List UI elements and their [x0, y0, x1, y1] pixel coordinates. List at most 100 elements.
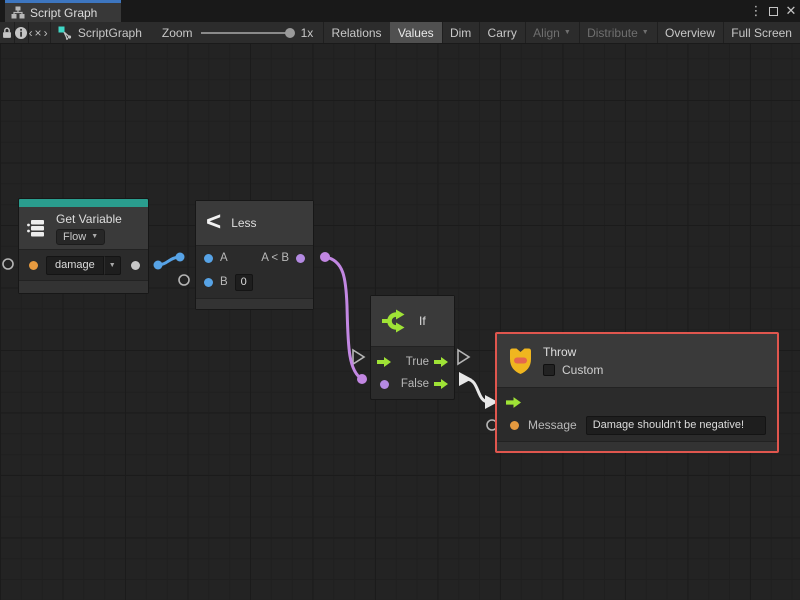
true-out-port[interactable] — [434, 357, 448, 367]
zoom-label: Zoom — [162, 26, 193, 40]
if-row-false: False — [371, 373, 454, 395]
false-label: False — [401, 378, 429, 390]
less-row-a: A A < B — [196, 246, 313, 270]
node-title: Throw — [543, 345, 603, 359]
node-title: If — [419, 314, 426, 328]
throw-body: Message Damage shouldn't be negative! — [497, 388, 777, 441]
node-title: Less — [231, 216, 256, 230]
node-padding — [371, 395, 454, 399]
variable-name-dropdown[interactable]: damage ▼ — [46, 256, 121, 275]
window-controls: ⋮ ✕ — [749, 0, 798, 22]
caret-down-icon: ▼ — [91, 233, 98, 240]
variable-accent-bar — [19, 199, 148, 207]
zoom-slider-handle[interactable] — [285, 28, 295, 38]
code-preview-button[interactable]: ‹×› — [29, 22, 50, 43]
true-label: True — [406, 356, 429, 368]
port-a-label: A — [220, 252, 228, 264]
variable-name-value: damage — [46, 256, 104, 275]
variable-scope-dropdown[interactable]: Flow ▼ — [56, 229, 105, 245]
throw-header[interactable]: Throw Custom — [497, 334, 777, 387]
overview-button[interactable]: Overview — [657, 22, 723, 43]
zoom-slider[interactable] — [201, 32, 293, 34]
node-footer — [497, 442, 777, 451]
throw-flow-row — [497, 394, 777, 410]
less-row-b: B 0 — [196, 270, 313, 294]
graph-toolbar: ‹×› ScriptGraph Zoom 1x Relations Values… — [0, 22, 800, 44]
align-dropdown[interactable]: Align ▼ — [525, 22, 579, 43]
branch-icon — [380, 307, 408, 335]
info-icon — [14, 26, 28, 40]
less-icon: < — [206, 208, 221, 234]
tab-script-graph[interactable]: Script Graph — [5, 0, 121, 22]
unconnected-flow-triangle[interactable] — [458, 350, 469, 364]
lock-icon — [0, 26, 14, 40]
custom-label: Custom — [562, 363, 603, 377]
caret-down-icon: ▼ — [642, 29, 649, 36]
port-a[interactable] — [204, 254, 213, 263]
node-get-variable[interactable]: Get Variable Flow ▼ damage ▼ — [18, 198, 149, 294]
flow-wire-triangle[interactable] — [459, 372, 472, 386]
dim-button[interactable]: Dim — [442, 22, 479, 43]
unconnected-port-ring[interactable] — [179, 275, 189, 285]
variable-icon — [25, 216, 49, 240]
throw-message-row: Message Damage shouldn't be negative! — [497, 414, 777, 436]
false-out-port[interactable] — [434, 379, 448, 389]
full-screen-button[interactable]: Full Screen — [723, 22, 800, 43]
port-b-label: B — [220, 276, 228, 288]
node-if[interactable]: If True False — [370, 295, 455, 400]
graph-name-label: ScriptGraph — [78, 26, 142, 40]
maximize-icon[interactable] — [769, 7, 778, 16]
script-graph-asset-icon — [58, 26, 72, 40]
value-output-port[interactable] — [131, 261, 140, 270]
node-footer — [19, 281, 148, 293]
menu-icon[interactable]: ⋮ — [749, 3, 763, 19]
distribute-label: Distribute — [587, 26, 638, 40]
if-row-true: True — [371, 351, 454, 373]
lock-button[interactable] — [0, 22, 14, 43]
result-port[interactable] — [296, 254, 305, 263]
result-label: A < B — [261, 252, 289, 264]
if-header[interactable]: If — [371, 296, 454, 346]
less-header[interactable]: < Less — [196, 201, 313, 245]
node-throw-selected[interactable]: Throw Custom Message Damage sh — [495, 332, 779, 453]
flow-in-port[interactable] — [506, 397, 521, 408]
flow-in-port[interactable] — [377, 357, 391, 367]
exception-shield-icon — [507, 345, 534, 376]
message-port[interactable] — [510, 421, 519, 430]
zoom-control: Zoom 1x — [152, 22, 323, 43]
caret-down-icon: ▼ — [564, 29, 571, 36]
tab-bar: Script Graph ⋮ ✕ — [0, 0, 800, 22]
condition-port[interactable] — [380, 380, 389, 389]
wire-less-to-if[interactable] — [325, 257, 362, 379]
node-less[interactable]: < Less A A < B B 0 — [195, 200, 314, 310]
message-input[interactable]: Damage shouldn't be negative! — [586, 416, 766, 435]
scope-label: Flow — [63, 231, 86, 243]
tab-title: Script Graph — [30, 6, 97, 20]
message-label: Message — [528, 418, 577, 432]
wire-endpoint[interactable] — [154, 261, 163, 270]
align-label: Align — [533, 26, 560, 40]
name-port[interactable] — [29, 261, 38, 270]
caret-down-icon: ▼ — [104, 256, 121, 275]
graph-canvas[interactable]: Get Variable Flow ▼ damage ▼ — [0, 44, 800, 600]
zoom-value: 1x — [301, 26, 314, 40]
unconnected-port-ring[interactable] — [3, 259, 13, 269]
graph-hierarchy-icon — [11, 6, 25, 19]
wire-endpoint[interactable] — [176, 253, 185, 262]
close-icon[interactable]: ✕ — [784, 3, 798, 19]
get-variable-row: damage ▼ — [19, 250, 148, 280]
node-footer — [196, 299, 313, 309]
port-b[interactable] — [204, 278, 213, 287]
values-button[interactable]: Values — [390, 22, 442, 43]
carry-button[interactable]: Carry — [480, 22, 525, 43]
info-button[interactable] — [14, 22, 28, 43]
distribute-dropdown[interactable]: Distribute ▼ — [579, 22, 657, 43]
b-value-input[interactable]: 0 — [235, 274, 253, 291]
wire-endpoint[interactable] — [357, 374, 367, 384]
wire-endpoint[interactable] — [320, 252, 330, 262]
node-title: Get Variable — [56, 212, 122, 226]
custom-checkbox[interactable] — [543, 364, 555, 376]
relations-button[interactable]: Relations — [324, 22, 390, 43]
unconnected-flow-triangle[interactable] — [353, 350, 364, 364]
get-variable-header[interactable]: Get Variable Flow ▼ — [19, 207, 148, 249]
